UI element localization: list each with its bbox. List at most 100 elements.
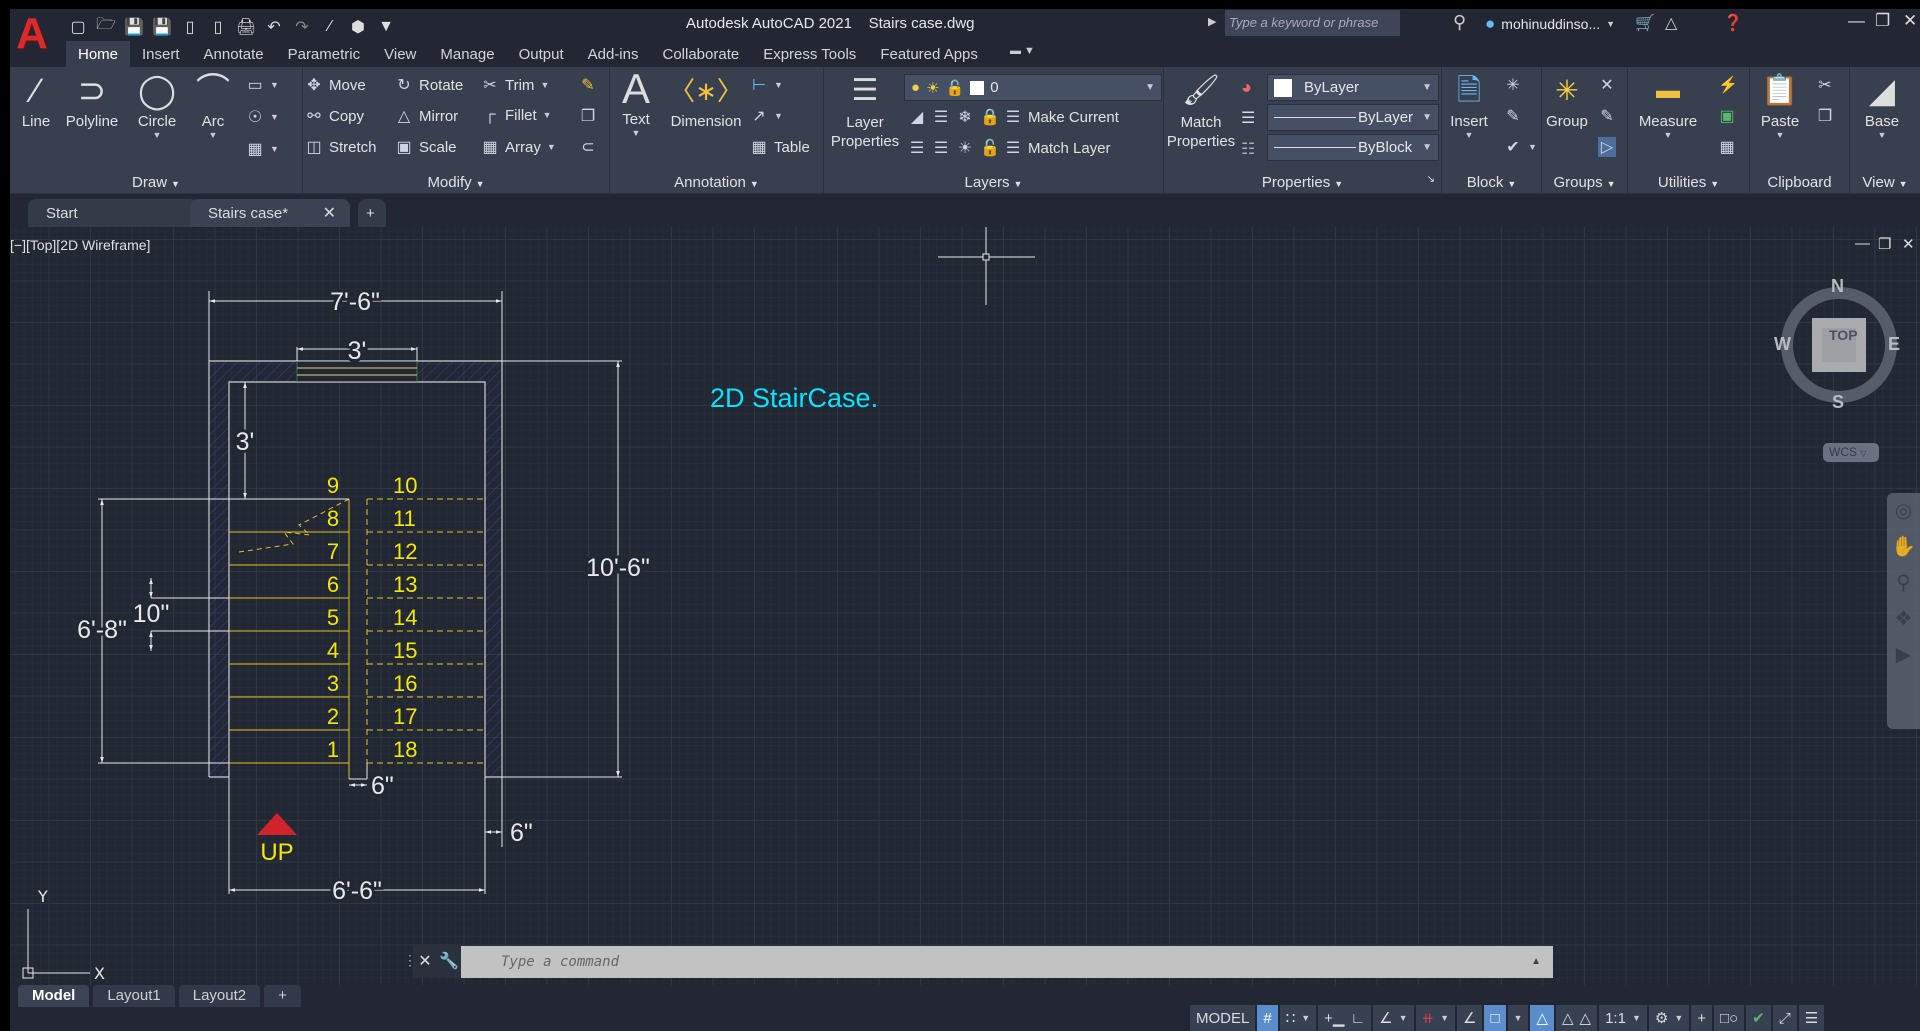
- block-panel-title[interactable]: Block ▼: [1442, 174, 1541, 191]
- annotation-scale-dropdown[interactable]: 1:1 ▼: [1599, 1005, 1647, 1031]
- layer-properties-button[interactable]: ☰ Layer Properties: [828, 69, 902, 151]
- utilities-panel-title[interactable]: Utilities ▼: [1628, 174, 1749, 191]
- layer-unisolate-icon[interactable]: ☰: [932, 138, 950, 158]
- group-selection-toggle[interactable]: ▷: [1598, 137, 1616, 157]
- help-icon[interactable]: ❓: [1723, 13, 1743, 33]
- object-snap-menu[interactable]: ▼: [1507, 1005, 1529, 1031]
- hardware-acceleration-toggle[interactable]: ✔: [1746, 1005, 1771, 1031]
- object-snap-toggle[interactable]: □: [1484, 1005, 1506, 1031]
- viewcube[interactable]: TOP N S E W: [1774, 276, 1902, 412]
- tab-collaborate[interactable]: Collaborate: [650, 41, 751, 67]
- object-snap-tracking-toggle[interactable]: ∠: [1457, 1005, 1483, 1031]
- tab-parametric[interactable]: Parametric: [276, 41, 373, 67]
- ribbon-minimize-toggle[interactable]: ▬ ▼: [1010, 45, 1035, 57]
- properties-panel-title[interactable]: Properties ▼ ↘: [1164, 174, 1441, 191]
- copy-clip-button[interactable]: ❐: [1816, 106, 1834, 126]
- layers-panel-title[interactable]: Layers ▼: [824, 174, 1163, 191]
- calculator-button[interactable]: ▦: [1718, 137, 1736, 157]
- tab-featured-apps[interactable]: Featured Apps: [868, 41, 990, 67]
- layer-freeze-icon[interactable]: ❄: [956, 107, 974, 127]
- tab-home[interactable]: Home: [66, 41, 131, 67]
- mirror-button[interactable]: △ Mirror: [395, 106, 458, 126]
- file-tab-stairs-case[interactable]: Stairs case* ✕: [190, 199, 350, 227]
- tab-add-ins[interactable]: Add-ins: [576, 41, 651, 67]
- save-to-web-icon[interactable]: ▯: [208, 17, 228, 37]
- move-button[interactable]: ✥ Move: [305, 75, 365, 95]
- layer-lock-icon[interactable]: 🔒: [980, 107, 1000, 127]
- view-panel-title[interactable]: View ▼: [1850, 174, 1920, 191]
- cut-button[interactable]: ✂: [1816, 75, 1834, 95]
- linear-dim-button[interactable]: ⊢ ▼: [750, 75, 783, 95]
- autodesk-app-icon[interactable]: △: [1665, 13, 1677, 33]
- open-icon[interactable]: 🗁: [96, 13, 116, 40]
- line-button[interactable]: ∕ Line: [16, 69, 56, 130]
- command-input[interactable]: [461, 946, 1553, 978]
- dynamic-input-toggle[interactable]: +▁ ∟: [1318, 1005, 1372, 1031]
- explode-button[interactable]: ❐: [579, 106, 597, 126]
- customize-icon[interactable]: ▼: [376, 18, 396, 36]
- offset-button[interactable]: ⊂: [579, 137, 597, 157]
- group-edit-button[interactable]: ✎: [1598, 106, 1616, 126]
- search-input[interactable]: Type a keyword or phrase: [1225, 10, 1400, 36]
- ungroup-button[interactable]: ✕: [1598, 75, 1616, 95]
- showmotion-icon[interactable]: ▶: [1887, 637, 1920, 673]
- layer-on-icon[interactable]: ☰: [908, 138, 926, 158]
- compass-west[interactable]: W: [1774, 334, 1791, 355]
- clean-screen-toggle[interactable]: ⤢: [1772, 1005, 1797, 1031]
- dimension-button[interactable]: 〈∗〉 Dimension: [668, 69, 744, 130]
- open-from-web-icon[interactable]: ▯: [180, 17, 200, 37]
- layer-off-icon[interactable]: ◢: [908, 107, 926, 127]
- pan-hand-icon[interactable]: ✋: [1887, 529, 1920, 565]
- cart-icon[interactable]: 🛒: [1635, 13, 1655, 33]
- 3d-box-icon[interactable]: ⬢: [348, 17, 368, 37]
- command-history-up-icon[interactable]: ▲: [1531, 956, 1541, 967]
- edit-block-button[interactable]: ✎: [1504, 106, 1522, 126]
- zoom-extents-icon[interactable]: ⚲: [1887, 565, 1920, 601]
- erase-button[interactable]: ✎: [579, 75, 597, 95]
- compass-north[interactable]: N: [1831, 276, 1844, 297]
- search-icon[interactable]: ⚲: [1453, 12, 1466, 33]
- layer-unlock-icon[interactable]: 🔓: [980, 138, 1000, 158]
- modify-panel-title[interactable]: Modify ▼: [303, 174, 609, 191]
- leader-button[interactable]: ↗ ▼: [750, 106, 783, 126]
- insert-button[interactable]: 🗎 Insert ▼: [1444, 69, 1494, 140]
- auto-scale-toggle[interactable]: △ △: [1556, 1005, 1598, 1031]
- arc-button[interactable]: ⌒ Arc ▼: [190, 69, 236, 140]
- close-icon[interactable]: ✕: [1903, 11, 1917, 31]
- redo-icon[interactable]: ↷: [292, 17, 312, 37]
- clipboard-panel-title[interactable]: Clipboard: [1750, 174, 1849, 191]
- file-tab-start[interactable]: Start: [28, 199, 198, 227]
- table-button[interactable]: ▦ Table: [750, 137, 809, 157]
- restore-icon[interactable]: ❐: [1875, 11, 1890, 31]
- fillet-button[interactable]: ┌ Fillet ▼: [481, 106, 551, 124]
- rotate-button[interactable]: ↻ Rotate: [395, 75, 463, 95]
- color-dropdown[interactable]: ByLayer ▼: [1267, 74, 1439, 101]
- wcs-menu[interactable]: WCS ▽: [1823, 443, 1879, 462]
- array-button[interactable]: ▦ Array ▼: [481, 137, 555, 157]
- orbit-icon[interactable]: ❖: [1887, 601, 1920, 637]
- stretch-button[interactable]: ◫ Stretch: [305, 137, 376, 157]
- dialog-launcher-icon[interactable]: ↘: [1427, 174, 1435, 185]
- snap-toggle[interactable]: ∷ ▼: [1279, 1005, 1317, 1031]
- isodraft-toggle[interactable]: ⧺ ▼: [1415, 1005, 1456, 1031]
- close-tab-icon[interactable]: ✕: [323, 203, 336, 223]
- annotation-panel-title[interactable]: Annotation ▼: [610, 174, 823, 191]
- rectangle-button[interactable]: ▭ ▼: [246, 75, 278, 95]
- drawing-viewport[interactable]: [−][Top][2D Wireframe] ― ❐ ✕ 7'-6" 3' 3'…: [10, 227, 1920, 985]
- workspace-line-icon[interactable]: ∕: [320, 18, 340, 36]
- plot-icon[interactable]: 🖨: [236, 17, 256, 37]
- measure-button[interactable]: ▬ Measure ▼: [1630, 69, 1706, 140]
- close-command-icon[interactable]: ✕: [413, 946, 437, 978]
- edit-attributes-button[interactable]: ✔ ▼: [1504, 137, 1537, 157]
- draw-panel-title[interactable]: Draw ▼: [10, 174, 302, 191]
- layout-tab-model[interactable]: Model: [18, 985, 90, 1007]
- user-account[interactable]: ● mohinuddinso... ▼: [1485, 14, 1615, 34]
- tab-output[interactable]: Output: [507, 41, 576, 67]
- minimize-icon[interactable]: ―: [1848, 11, 1865, 31]
- command-grip-handle[interactable]: ⋮: [403, 946, 417, 978]
- lineweight-dropdown[interactable]: ByLayer ▼: [1267, 104, 1439, 131]
- groups-panel-title[interactable]: Groups ▼: [1542, 174, 1627, 191]
- trim-button[interactable]: ✂ Trim ▼: [481, 75, 549, 95]
- new-icon[interactable]: ▢: [68, 17, 88, 37]
- quick-select-button[interactable]: ⚡: [1718, 75, 1738, 95]
